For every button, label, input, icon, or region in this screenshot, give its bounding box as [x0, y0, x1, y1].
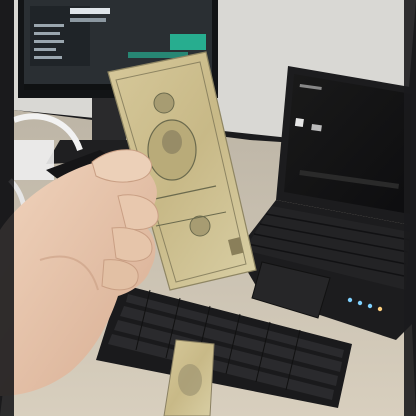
- photo-scene: [0, 0, 416, 416]
- led-indicator: [377, 306, 383, 312]
- photo-svg: [0, 0, 416, 416]
- denomination-corner: [153, 92, 175, 114]
- led-indicator: [367, 303, 373, 309]
- frame-edge-right: [404, 0, 416, 416]
- portrait: [178, 364, 202, 396]
- white-box: [14, 140, 54, 180]
- led-indicator: [347, 297, 353, 303]
- laptop-screen: [284, 74, 412, 214]
- led-indicator: [357, 300, 363, 306]
- frame-edge-left: [0, 0, 14, 416]
